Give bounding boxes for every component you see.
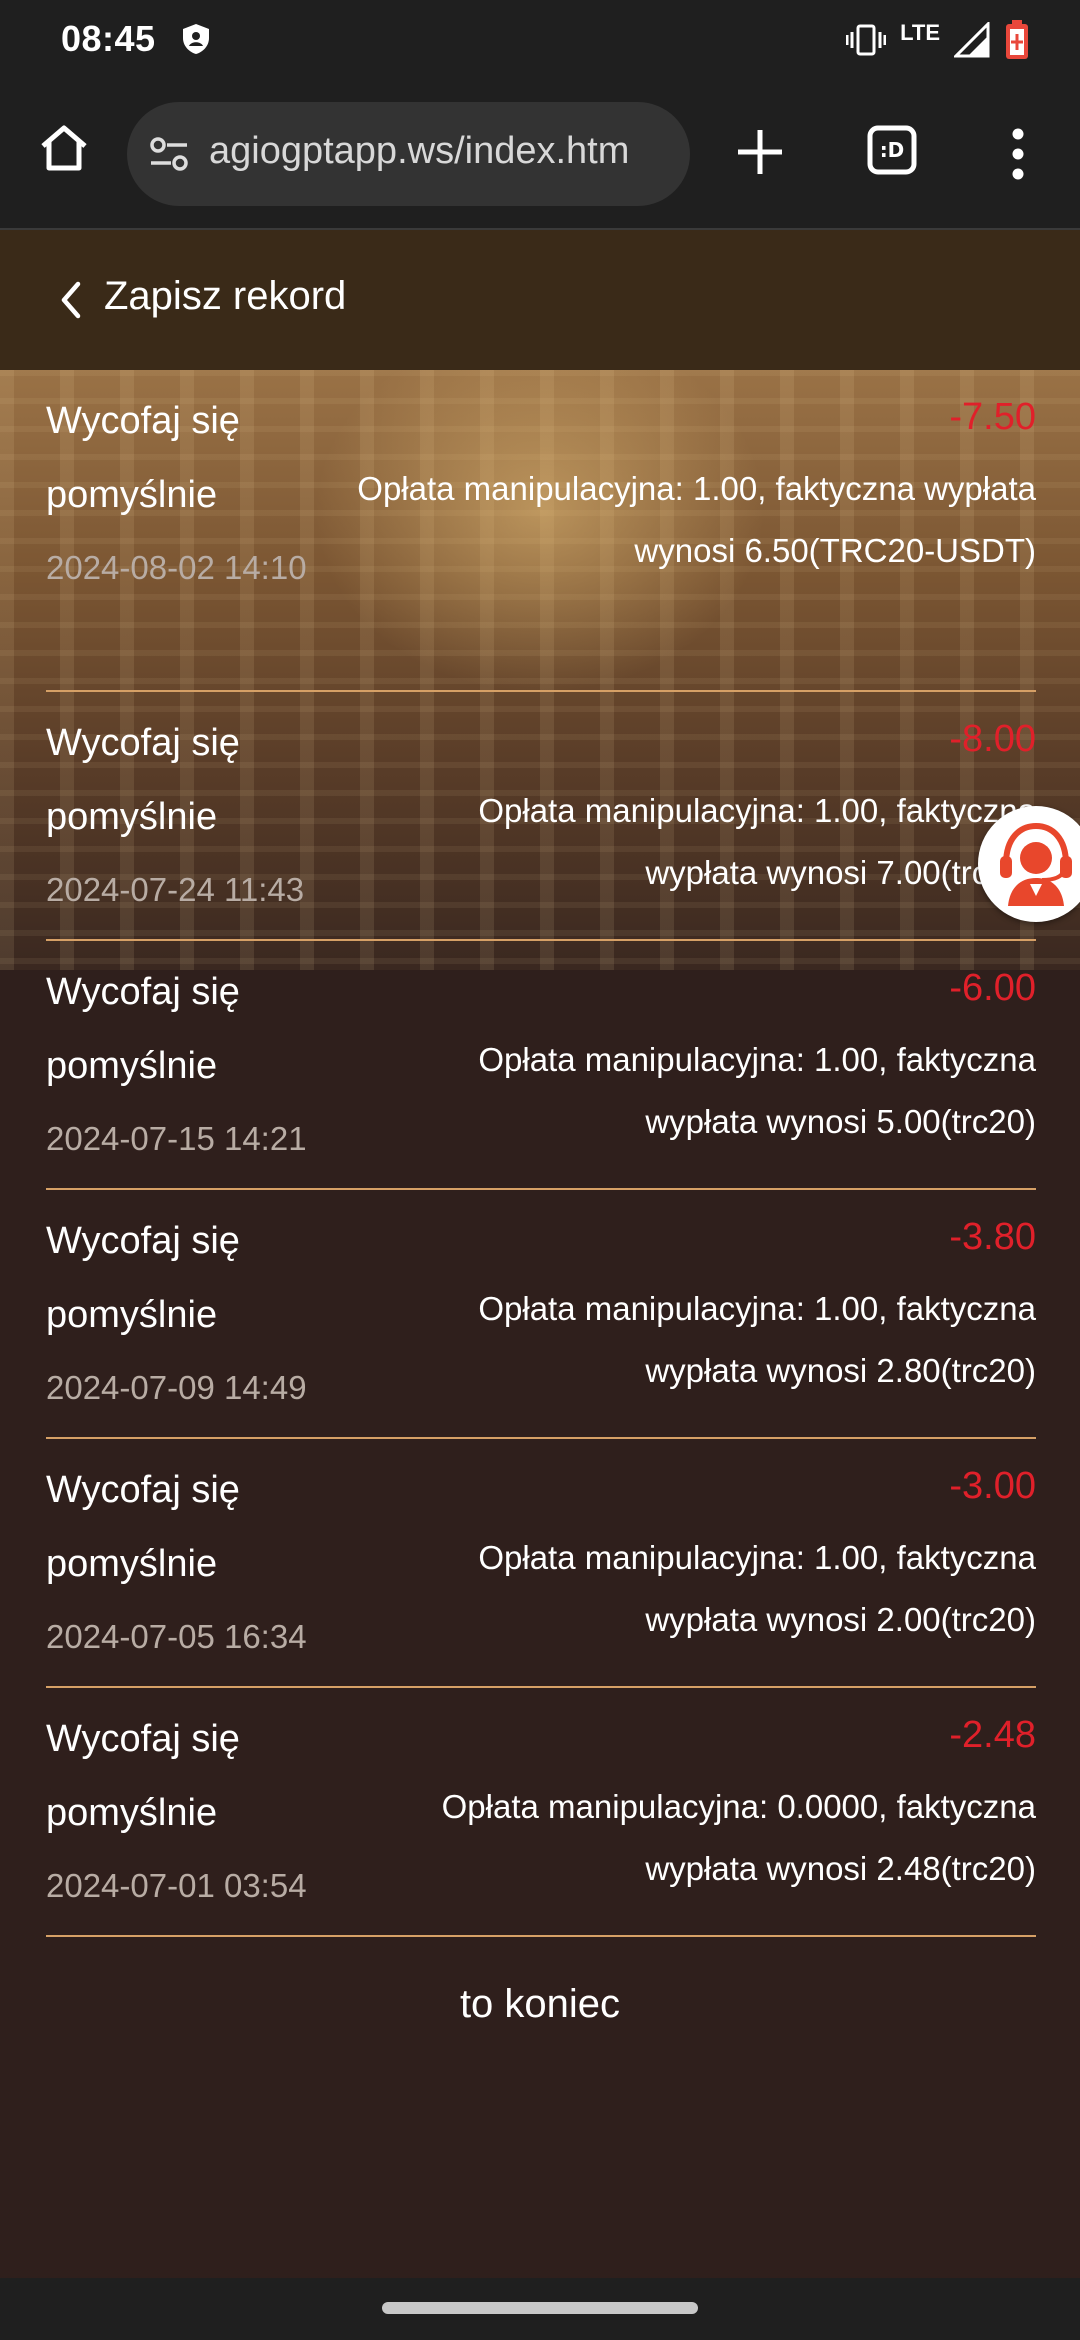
- record-date: 2024-07-05 16:34: [46, 1618, 307, 1655]
- record-date: 2024-07-15 14:21: [46, 1120, 307, 1157]
- vibrate-icon: [846, 24, 887, 56]
- tab-switcher-icon: :D: [867, 125, 917, 175]
- record-description: Opłata manipulacyjna: 1.00, faktyczna wy…: [478, 1539, 1036, 1638]
- customer-support-button[interactable]: [978, 806, 1080, 922]
- record-status: Wycofaj się pomyślnie: [46, 971, 240, 1087]
- back-chevron-icon[interactable]: [52, 278, 92, 322]
- home-icon[interactable]: [38, 122, 90, 174]
- tab-count: :D: [880, 138, 905, 162]
- record-description: Opłata manipulacyjna: 0.0000, faktyczna …: [441, 1788, 1036, 1887]
- record-amount: -7.50: [949, 396, 1036, 438]
- record-amount: -6.00: [949, 967, 1036, 1009]
- record-status: Wycofaj się pomyślnie: [46, 722, 240, 838]
- page-title: Zapisz rekord: [104, 274, 347, 318]
- end-of-list-text: to koniec: [459, 1982, 621, 2026]
- list-item[interactable]: Wycofaj się pomyślnie 2024-08-02 14:10 -…: [46, 370, 1036, 692]
- record-status: Wycofaj się pomyślnie: [46, 1718, 240, 1834]
- battery-icon: [1006, 20, 1028, 59]
- list-item[interactable]: Wycofaj się pomyślnie 2024-07-05 16:34 -…: [46, 1439, 1036, 1688]
- record-description: Opłata manipulacyjna: 1.00, faktyczna wy…: [357, 470, 1036, 569]
- record-status: Wycofaj się pomyślnie: [46, 400, 240, 516]
- record-status: Wycofaj się pomyślnie: [46, 1469, 240, 1585]
- url-text[interactable]: agiogptapp.ws/index.htm: [209, 130, 629, 173]
- tab-switcher-button[interactable]: :D: [866, 124, 918, 176]
- record-list: Wycofaj się pomyślnie 2024-08-02 14:10 -…: [46, 370, 1036, 1937]
- signal-icon: [954, 22, 990, 58]
- gesture-handle[interactable]: [382, 2302, 698, 2314]
- status-time: 08:45: [61, 18, 156, 59]
- list-item[interactable]: Wycofaj się pomyślnie 2024-07-09 14:49 -…: [46, 1190, 1036, 1439]
- record-status: Wycofaj się pomyślnie: [46, 1220, 240, 1336]
- system-navigation-bar: [0, 2278, 1080, 2340]
- status-icons: LTE: [846, 18, 1030, 62]
- record-date: 2024-07-01 03:54: [46, 1867, 307, 1904]
- shield-icon: [183, 24, 209, 54]
- record-amount: -3.00: [949, 1465, 1036, 1507]
- record-date: 2024-07-24 11:43: [46, 871, 305, 908]
- record-description: Opłata manipulacyjna: 1.00, faktyczna wy…: [478, 1041, 1036, 1140]
- record-description: Opłata manipulacyjna: 1.00, faktyczna wy…: [478, 792, 1036, 891]
- record-date: 2024-07-09 14:49: [46, 1369, 307, 1406]
- status-bar: 08:45 LTE: [0, 0, 1080, 80]
- record-amount: -2.48: [949, 1714, 1036, 1756]
- record-description: Opłata manipulacyjna: 1.00, faktyczna wy…: [478, 1290, 1036, 1389]
- list-item[interactable]: Wycofaj się pomyślnie 2024-07-01 03:54 -…: [46, 1688, 1036, 1937]
- record-date: 2024-08-02 14:10: [46, 549, 307, 586]
- list-item[interactable]: Wycofaj się pomyślnie 2024-07-24 11:43 -…: [46, 692, 1036, 941]
- record-amount: -8.00: [949, 718, 1036, 760]
- record-amount: -3.80: [949, 1216, 1036, 1258]
- url-bar[interactable]: agiogptapp.ws/index.htm: [127, 102, 690, 206]
- more-menu-icon[interactable]: [1000, 124, 1036, 184]
- site-settings-icon[interactable]: [149, 136, 189, 172]
- browser-toolbar: agiogptapp.ws/index.htm :D: [0, 80, 1080, 230]
- headset-icon: [1000, 822, 1072, 906]
- page-header: Zapisz rekord: [0, 230, 1080, 370]
- new-tab-icon[interactable]: [734, 126, 786, 178]
- network-type: LTE: [900, 20, 940, 45]
- list-item[interactable]: Wycofaj się pomyślnie 2024-07-15 14:21 -…: [46, 941, 1036, 1190]
